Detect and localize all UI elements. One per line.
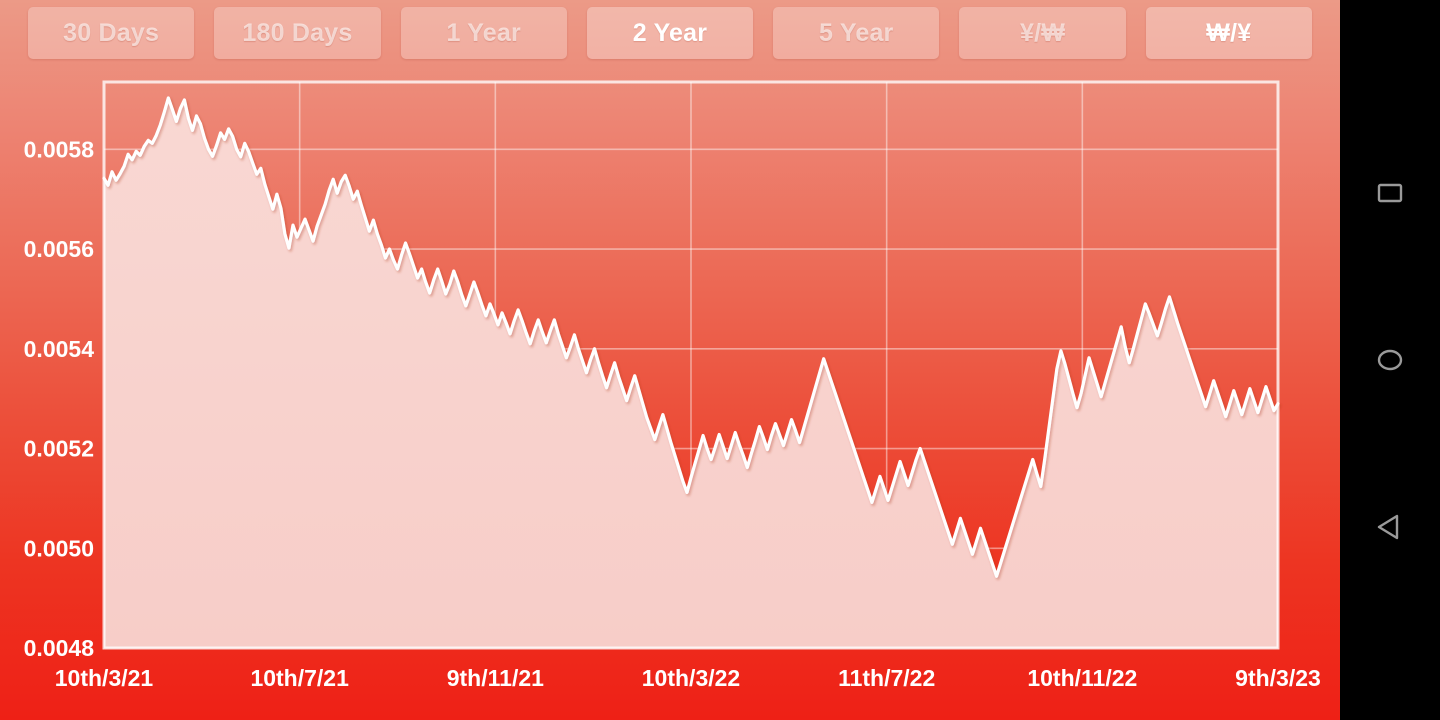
x-axis-label: 10th/3/22	[642, 665, 740, 691]
recent-apps-icon[interactable]	[1360, 163, 1420, 223]
pair-button-jpy-krw[interactable]: ¥/₩	[959, 7, 1126, 59]
pair-button-krw-jpy[interactable]: ₩/¥	[1145, 7, 1312, 59]
period-button-1-year[interactable]: 1 Year	[400, 7, 567, 59]
x-axis-label: 10th/3/21	[55, 665, 154, 691]
x-axis-tick-labels: 10th/3/21 10th/7/21 9th/11/21 10th/3/22 11th…	[55, 665, 1321, 691]
period-selector-bar: 30 Days 180 Days 1 Year 2 Year 5 Year ¥/₩ ₩/¥	[0, 0, 1340, 66]
y-axis-label: 0.0048	[24, 635, 95, 661]
x-axis-label: 10th/7/21	[250, 665, 349, 691]
x-axis-label: 9th/11/21	[447, 665, 544, 691]
y-axis-label: 0.0054	[24, 336, 95, 362]
android-navigation-bar	[1340, 0, 1440, 720]
exchange-rate-chart[interactable]: 0.0058 0.0056 0.0054 0.0052 0.0050 0.0048 10t…	[0, 66, 1340, 720]
x-axis-label: 9th/3/23	[1235, 665, 1321, 691]
home-icon[interactable]	[1360, 330, 1420, 390]
period-button-30-days[interactable]: 30 Days	[28, 7, 195, 59]
period-button-180-days[interactable]: 180 Days	[214, 7, 381, 59]
chart-canvas: 0.0058 0.0056 0.0054 0.0052 0.0050 0.0048 10t…	[24, 80, 1321, 691]
period-button-5-year[interactable]: 5 Year	[773, 7, 940, 59]
y-axis-label: 0.0056	[24, 236, 94, 262]
x-axis-label: 10th/11/22	[1027, 665, 1137, 691]
x-axis-label: 11th/7/22	[838, 665, 935, 691]
back-icon[interactable]	[1360, 497, 1420, 557]
period-button-2-year[interactable]: 2 Year	[586, 7, 754, 59]
y-axis-label: 0.0052	[24, 436, 94, 462]
y-axis-label: 0.0050	[24, 535, 94, 561]
y-axis-tick-labels: 0.0058 0.0056 0.0054 0.0052 0.0050 0.0048	[24, 136, 95, 661]
y-axis-label: 0.0058	[24, 136, 95, 162]
app-screen: 30 Days 180 Days 1 Year 2 Year 5 Year ¥/₩ ₩/¥ …	[0, 0, 1340, 720]
